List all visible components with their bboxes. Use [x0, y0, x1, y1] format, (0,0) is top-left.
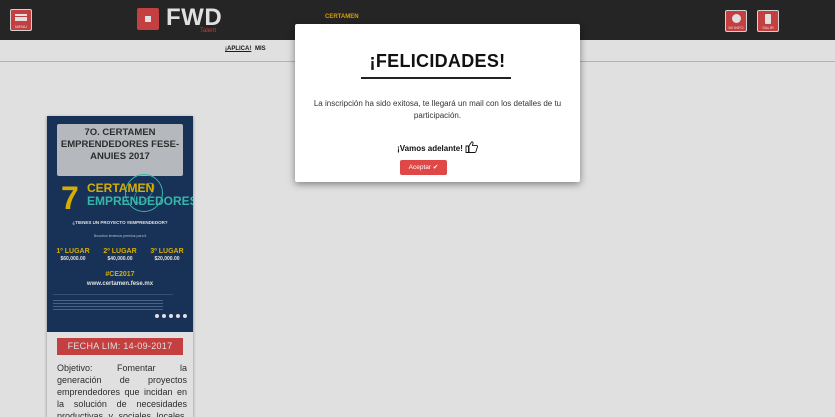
- thumbs-up-icon: [465, 141, 478, 153]
- cheer-text: ¡Vamos adelante!: [397, 144, 463, 153]
- title-divider: [361, 77, 511, 79]
- modal-message: La inscripción ha sido exitosa, te llega…: [313, 99, 562, 120]
- success-modal: ¡FELICIDADES! La inscripción ha sido exi…: [295, 24, 580, 182]
- modal-title: ¡FELICIDADES!: [369, 51, 506, 71]
- modal-cheer: ¡Vamos adelante!: [295, 141, 580, 153]
- accept-button[interactable]: Aceptar ✔: [400, 160, 447, 175]
